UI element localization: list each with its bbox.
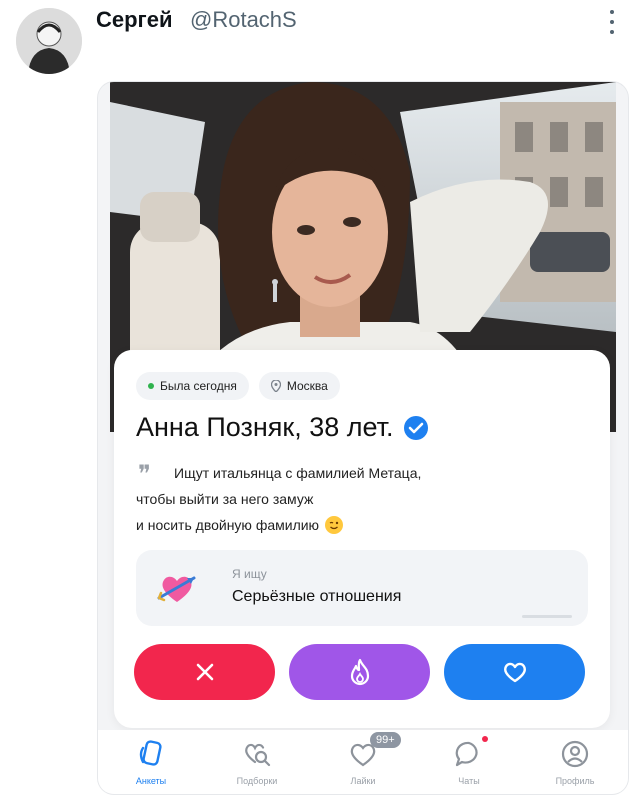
likes-count-badge: 99+: [370, 732, 401, 748]
online-status-chip: Была сегодня: [136, 372, 249, 400]
profile-icon: [561, 740, 589, 768]
heart-search-icon: [245, 743, 271, 767]
online-dot-icon: [148, 383, 154, 389]
nav-label: Лайки: [350, 776, 376, 786]
nav-item-selections[interactable]: Подборки: [212, 730, 302, 786]
flame-icon: [350, 658, 369, 686]
watermark-line: [522, 615, 572, 618]
nav-item-likes[interactable]: 99+ Лайки: [318, 730, 408, 786]
wink-emoji-icon: [325, 516, 344, 534]
super-like-button[interactable]: [289, 644, 430, 700]
close-icon: [196, 663, 213, 681]
heart-arrow-icon: [157, 576, 196, 602]
author-handle[interactable]: @RotachS: [190, 7, 297, 33]
online-status-text: Была сегодня: [160, 379, 237, 393]
city-text: Москва: [286, 379, 328, 393]
more-options-icon[interactable]: [604, 10, 620, 34]
bottom-navigation: Анкеты Подборки 99+ Лайки Чаты Профиль: [98, 730, 628, 794]
nav-label: Профиль: [555, 776, 595, 786]
seeking-value: Серьёзные отношения: [232, 588, 402, 605]
unread-dot-icon: [482, 736, 488, 742]
bio-line: и носить двойную фамилию: [136, 517, 320, 533]
bio-line: Ищут итальянца с фамилией Метаца,: [174, 465, 422, 481]
cards-icon: [139, 740, 162, 766]
verified-badge-icon: [404, 415, 429, 440]
profile-bio: Ищут итальянца с фамилией Метаца, чтобы …: [136, 460, 536, 538]
profile-name-age: Анна Позняк, 38 лет.: [136, 412, 394, 442]
chat-icon: [455, 741, 478, 767]
seeking-label: Я ищу: [232, 567, 267, 581]
like-button[interactable]: [444, 644, 585, 700]
nav-item-profiles[interactable]: Анкеты: [106, 730, 196, 786]
dislike-button[interactable]: [134, 644, 275, 700]
city-chip: Москва: [258, 372, 340, 400]
heart-icon: [503, 662, 526, 683]
nav-item-chats[interactable]: Чаты: [424, 730, 514, 786]
nav-label: Подборки: [236, 776, 278, 786]
nav-item-profile[interactable]: Профиль: [530, 730, 620, 786]
author-name[interactable]: Сергей: [96, 7, 172, 33]
bio-line: чтобы выйти за него замуж: [136, 491, 314, 507]
nav-label: Чаты: [458, 776, 480, 786]
profile-card: Была сегодня Москва Анна Позняк, 38 лет.…: [114, 350, 610, 728]
author-avatar[interactable]: [16, 8, 82, 74]
dating-app-screenshot: Была сегодня Москва Анна Позняк, 38 лет.…: [98, 82, 628, 794]
nav-label: Анкеты: [135, 776, 167, 786]
seeking-box: Я ищу Серьёзные отношения: [136, 550, 588, 626]
location-pin-icon: [270, 380, 281, 392]
